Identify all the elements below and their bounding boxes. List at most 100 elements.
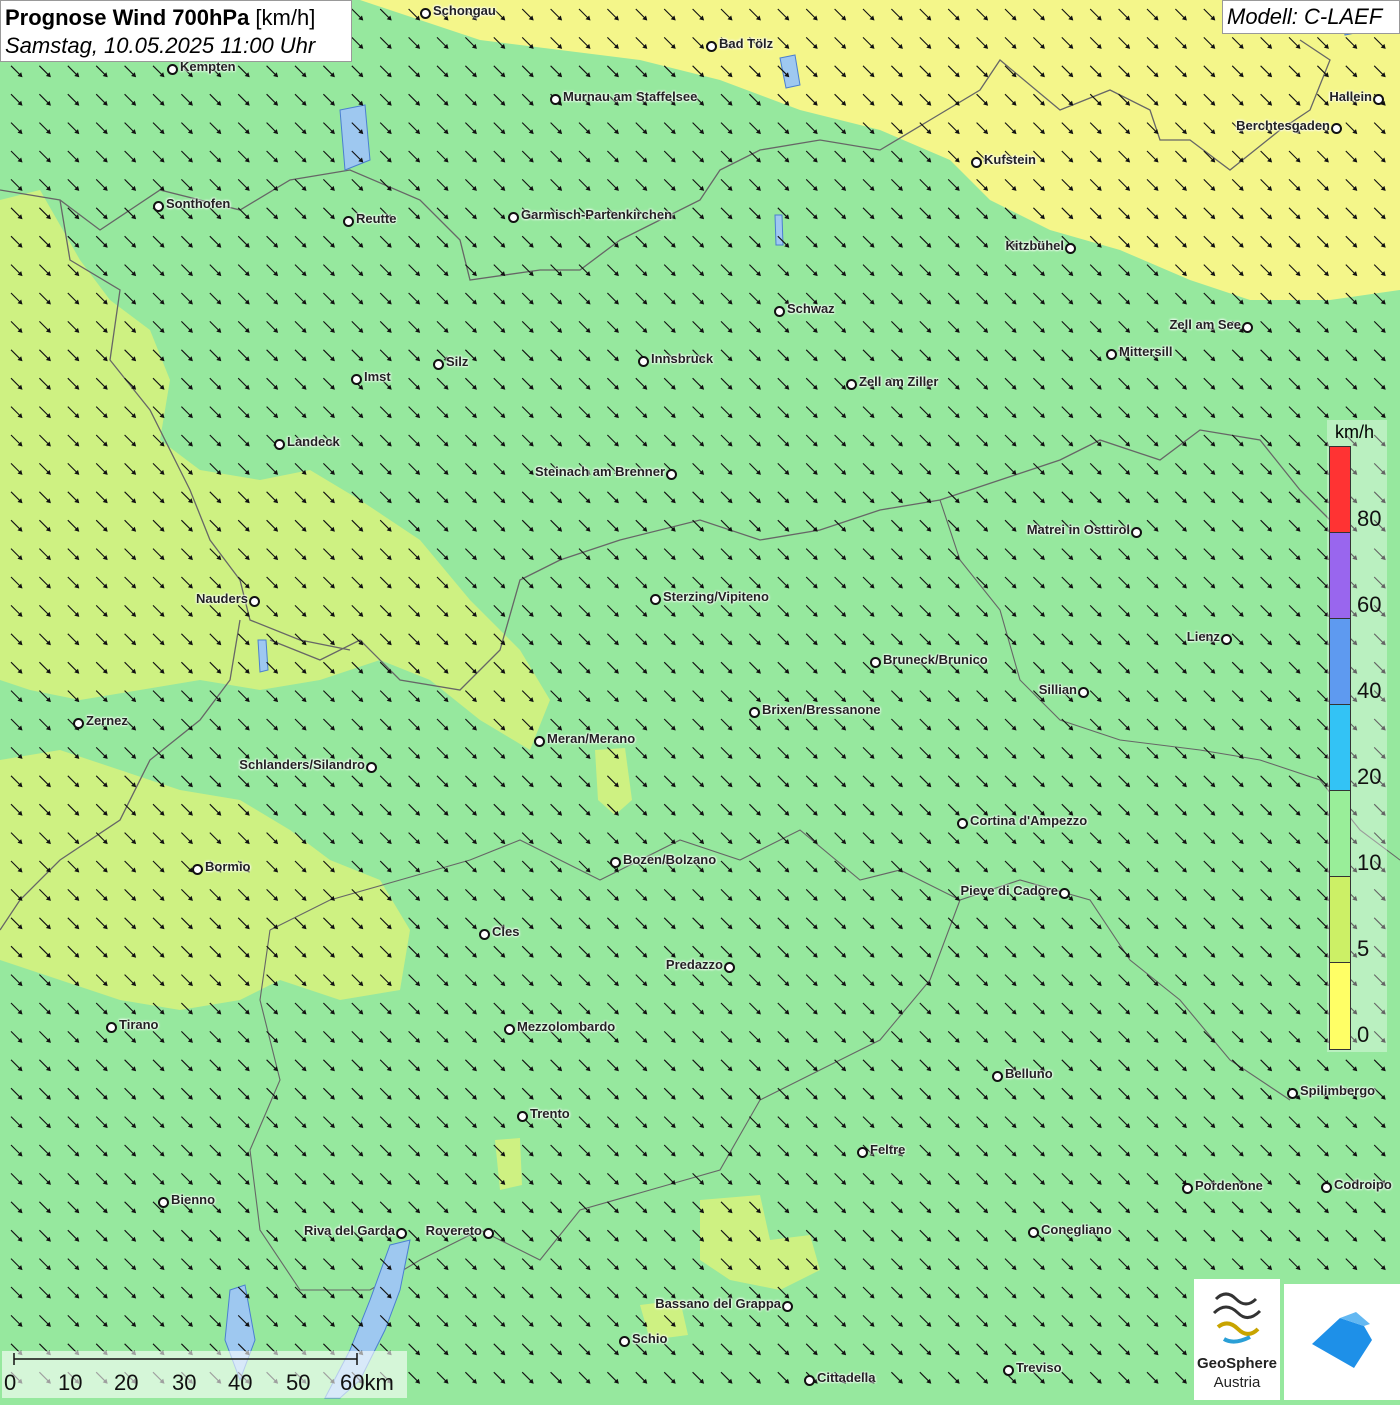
city-marker bbox=[1182, 1183, 1193, 1194]
city-marker bbox=[550, 94, 561, 105]
city-marker bbox=[73, 718, 84, 729]
city-marker bbox=[508, 212, 519, 223]
city-marker bbox=[706, 41, 717, 52]
title-box: Prognose Wind 700hPa [km/h] Samstag, 10.… bbox=[0, 0, 352, 62]
city-marker bbox=[1131, 527, 1142, 538]
scale-label: 50 bbox=[286, 1370, 311, 1395]
legend-band bbox=[1330, 705, 1350, 791]
city-marker bbox=[638, 356, 649, 367]
city-label: Lienz bbox=[1186, 629, 1220, 644]
city-marker bbox=[274, 439, 285, 450]
city-marker bbox=[343, 216, 354, 227]
city-label: Treviso bbox=[1016, 1360, 1062, 1375]
city-label: Sterzing/Vipiteno bbox=[663, 589, 769, 604]
scale-label: 30 bbox=[172, 1370, 197, 1395]
city-label: Schwaz bbox=[787, 301, 835, 316]
app-logo bbox=[1284, 1284, 1400, 1400]
legend-label: 5 bbox=[1357, 936, 1370, 961]
city-label: Hallein bbox=[1329, 89, 1372, 104]
city-marker bbox=[857, 1147, 868, 1158]
city-marker bbox=[433, 359, 444, 370]
city-marker bbox=[1028, 1227, 1039, 1238]
city-label: Schongau bbox=[433, 3, 496, 18]
color-legend: km/h 80 60 40 20 10 5 0 bbox=[1327, 420, 1387, 1052]
city-marker bbox=[1003, 1365, 1014, 1376]
scale-label: 10 bbox=[58, 1370, 83, 1395]
city-label: Murnau am Staffelsee bbox=[563, 89, 698, 104]
city-marker bbox=[1331, 123, 1342, 134]
city-label: Cles bbox=[492, 924, 520, 939]
city-marker bbox=[782, 1301, 793, 1312]
city-marker bbox=[971, 157, 982, 168]
city-marker bbox=[774, 306, 785, 317]
city-marker bbox=[1373, 94, 1384, 105]
scale-ticks bbox=[13, 1353, 358, 1365]
city-marker bbox=[992, 1071, 1003, 1082]
city-label: Belluno bbox=[1005, 1066, 1053, 1081]
city-label: Pordenone bbox=[1195, 1178, 1263, 1193]
city-label: Kempten bbox=[180, 59, 236, 74]
city-label: Kitzbühel bbox=[1005, 238, 1065, 253]
legend-unit: km/h bbox=[1335, 422, 1375, 442]
city-marker bbox=[804, 1375, 815, 1386]
city-label: Predazzo bbox=[665, 957, 723, 972]
city-marker bbox=[366, 762, 377, 773]
city-label: Bruneck/Brunico bbox=[883, 652, 988, 667]
city-marker bbox=[610, 857, 621, 868]
city-label: Feltre bbox=[870, 1142, 906, 1157]
legend-label: 40 bbox=[1357, 678, 1382, 703]
city-marker bbox=[106, 1022, 117, 1033]
legend-band bbox=[1330, 447, 1350, 533]
city-label: Landeck bbox=[287, 434, 340, 449]
city-marker bbox=[420, 8, 431, 19]
city-marker bbox=[749, 707, 760, 718]
city-marker bbox=[1242, 322, 1253, 333]
city-label: Spilimbergo bbox=[1300, 1083, 1376, 1098]
legend-band bbox=[1330, 963, 1350, 1049]
legend-band bbox=[1330, 877, 1350, 963]
city-label: Meran/Merano bbox=[547, 731, 636, 746]
city-marker bbox=[1065, 243, 1076, 254]
city-marker bbox=[1321, 1182, 1332, 1193]
scale-label: 60km bbox=[340, 1370, 394, 1395]
legend-label: 10 bbox=[1357, 850, 1382, 875]
city-label: Conegliano bbox=[1041, 1222, 1112, 1237]
city-label: Schlanders/Silandro bbox=[239, 757, 365, 772]
city-marker bbox=[1221, 634, 1232, 645]
city-marker bbox=[504, 1024, 515, 1035]
scale-label: 0 bbox=[4, 1370, 17, 1395]
city-label: Brixen/Bressanone bbox=[762, 702, 881, 717]
city-label: Zernez bbox=[86, 713, 128, 728]
legend-band bbox=[1330, 619, 1350, 705]
city-marker bbox=[351, 374, 362, 385]
city-marker bbox=[483, 1228, 494, 1239]
city-label: Imst bbox=[364, 369, 391, 384]
city-marker bbox=[153, 201, 164, 212]
map-title-main: Prognose Wind 700hPa bbox=[5, 5, 250, 30]
city-marker bbox=[650, 594, 661, 605]
geosphere-logo: GeoSphere Austria bbox=[1194, 1279, 1280, 1400]
city-label: Reutte bbox=[356, 211, 397, 226]
city-marker bbox=[619, 1336, 630, 1347]
city-label: Steinach am Brenner bbox=[534, 464, 665, 479]
city-marker bbox=[870, 657, 881, 668]
city-label: Garmisch-Partenkirchen bbox=[521, 207, 673, 222]
city-label: Trento bbox=[530, 1106, 570, 1121]
city-marker bbox=[1287, 1088, 1298, 1099]
city-label: Bozen/Bolzano bbox=[623, 852, 717, 867]
map-title: Prognose Wind 700hPa [km/h] bbox=[5, 4, 347, 32]
cloud-arrow-logo-icon bbox=[1312, 1312, 1372, 1368]
city-label: Sillian bbox=[1038, 682, 1077, 697]
city-label: Bienno bbox=[171, 1192, 216, 1207]
legend-label: 20 bbox=[1357, 764, 1382, 789]
city-marker bbox=[1078, 687, 1089, 698]
city-label: Cortina d'Ampezzo bbox=[970, 813, 1088, 828]
city-label: Pieve di Cadore bbox=[960, 883, 1058, 898]
city-label: Bormio bbox=[205, 859, 251, 874]
city-label: Matrei in Osttirol bbox=[1026, 522, 1130, 537]
city-label: Mezzolombardo bbox=[517, 1019, 616, 1034]
city-marker bbox=[192, 864, 203, 875]
city-label: Bassano del Grappa bbox=[655, 1296, 781, 1311]
city-label: Berchtesgaden bbox=[1236, 118, 1330, 133]
city-marker bbox=[249, 596, 260, 607]
